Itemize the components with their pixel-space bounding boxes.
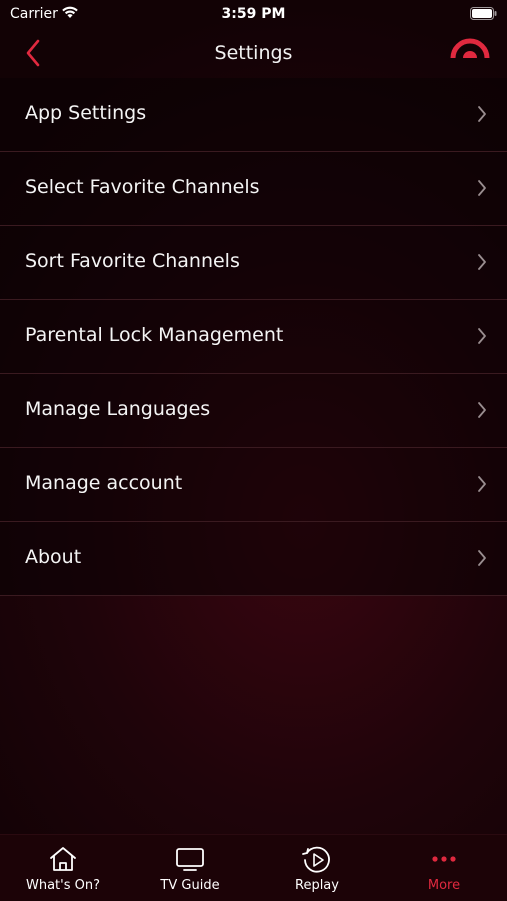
- menu-item-label: About: [25, 546, 82, 568]
- battery-icon: [470, 7, 497, 20]
- menu-item-label: Parental Lock Management: [25, 324, 284, 346]
- menu-item-about[interactable]: About: [0, 522, 507, 596]
- tab-label: Replay: [295, 878, 339, 893]
- chevron-right-icon: [478, 180, 486, 196]
- chevron-right-icon: [478, 550, 486, 566]
- menu-item-label: Select Favorite Channels: [25, 176, 260, 198]
- home-icon: [50, 847, 76, 871]
- chevron-right-icon: [478, 106, 486, 122]
- menu-item-label: Manage Languages: [25, 398, 211, 420]
- tab-tv-guide[interactable]: TV Guide: [127, 835, 253, 901]
- tab-label: What's On?: [25, 878, 100, 893]
- tv-icon: [176, 848, 204, 871]
- menu-item-parental-lock-management[interactable]: Parental Lock Management: [0, 300, 507, 374]
- chevron-right-icon: [478, 402, 486, 418]
- menu-item-label: Manage account: [25, 472, 183, 494]
- menu-item-sort-favorite-channels[interactable]: Sort Favorite Channels: [0, 226, 507, 300]
- page-title: Settings: [214, 42, 293, 64]
- chevron-right-icon: [478, 254, 486, 270]
- chevron-right-icon: [478, 328, 486, 344]
- more-dots-icon: [432, 856, 456, 862]
- brand-logo-icon: [450, 38, 490, 58]
- tab-bar: What's On? TV Guide Replay More: [0, 834, 507, 901]
- settings-menu: App Settings Select Favorite Channels So…: [0, 78, 507, 596]
- status-time: 3:59 PM: [221, 6, 286, 22]
- tab-more[interactable]: More: [381, 835, 507, 901]
- menu-item-manage-languages[interactable]: Manage Languages: [0, 374, 507, 448]
- menu-item-manage-account[interactable]: Manage account: [0, 448, 507, 522]
- chevron-right-icon: [478, 476, 486, 492]
- menu-item-label: App Settings: [25, 102, 147, 124]
- menu-item-select-favorite-channels[interactable]: Select Favorite Channels: [0, 152, 507, 226]
- tab-whats-on[interactable]: What's On?: [0, 835, 126, 901]
- tab-label: TV Guide: [160, 878, 220, 893]
- nav-bar: Settings: [0, 28, 507, 78]
- status-bar: Carrier 3:59 PM: [0, 0, 507, 28]
- menu-item-label: Sort Favorite Channels: [25, 250, 240, 272]
- tab-label: More: [427, 878, 461, 893]
- replay-icon: [302, 846, 330, 873]
- menu-item-app-settings[interactable]: App Settings: [0, 78, 507, 152]
- tab-replay[interactable]: Replay: [254, 835, 380, 901]
